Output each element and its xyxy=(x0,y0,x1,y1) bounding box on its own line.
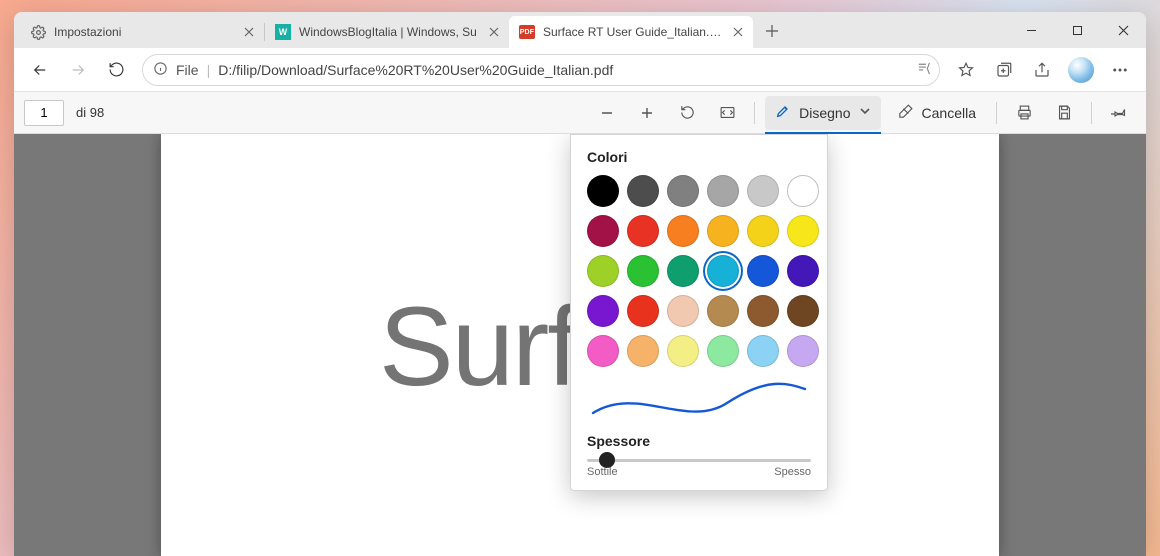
collections-button[interactable] xyxy=(986,52,1022,88)
page-number-input[interactable] xyxy=(24,100,64,126)
toolbar-separator xyxy=(996,102,997,124)
thin-label: Sottile xyxy=(587,466,618,478)
site-icon: W xyxy=(275,24,291,40)
color-swatch[interactable] xyxy=(707,175,739,207)
forward-button[interactable] xyxy=(60,52,96,88)
color-swatch[interactable] xyxy=(707,255,739,287)
color-swatch[interactable] xyxy=(707,215,739,247)
file-label: File xyxy=(176,62,199,78)
share-button[interactable] xyxy=(1024,52,1060,88)
stroke-preview xyxy=(587,379,811,423)
menu-button[interactable] xyxy=(1102,52,1138,88)
draw-button[interactable]: Disegno xyxy=(765,96,880,130)
color-swatch[interactable] xyxy=(667,175,699,207)
color-swatch[interactable] xyxy=(587,295,619,327)
color-swatch[interactable] xyxy=(627,215,659,247)
color-swatch[interactable] xyxy=(787,215,819,247)
gear-icon xyxy=(30,24,46,40)
pdf-viewer[interactable]: Surfa Manuale dell'utente di Surface Col… xyxy=(14,134,1146,556)
refresh-button[interactable] xyxy=(98,52,134,88)
pdf-toolbar: di 98 Disegno xyxy=(14,92,1146,134)
pin-toolbar-button[interactable] xyxy=(1102,96,1136,130)
profile-avatar[interactable] xyxy=(1068,57,1094,83)
maximize-button[interactable] xyxy=(1054,12,1100,48)
color-swatch[interactable] xyxy=(747,255,779,287)
close-icon[interactable] xyxy=(487,25,501,39)
tab-windowsblogitalia[interactable]: W WindowsBlogItalia | Windows, Su xyxy=(265,16,509,48)
thickness-heading: Spessore xyxy=(587,433,811,449)
toolbar-separator xyxy=(1091,102,1092,124)
color-swatch[interactable] xyxy=(787,175,819,207)
close-window-button[interactable] xyxy=(1100,12,1146,48)
color-swatch[interactable] xyxy=(627,255,659,287)
close-icon[interactable] xyxy=(242,25,256,39)
color-swatch[interactable] xyxy=(787,335,819,367)
color-swatch[interactable] xyxy=(667,215,699,247)
zoom-out-button[interactable] xyxy=(590,96,624,130)
titlebar: Impostazioni W WindowsBlogItalia | Windo… xyxy=(14,12,1146,48)
back-button[interactable] xyxy=(22,52,58,88)
address-bar[interactable]: File | D:/filip/Download/Surface%20RT%20… xyxy=(142,54,940,86)
eraser-icon xyxy=(897,103,914,123)
address-path: D:/filip/Download/Surface%20RT%20User%20… xyxy=(218,62,908,78)
tab-title: Surface RT User Guide_Italian.pdf xyxy=(543,25,723,39)
color-swatch[interactable] xyxy=(587,175,619,207)
color-swatches xyxy=(587,175,811,367)
color-swatch[interactable] xyxy=(707,295,739,327)
info-icon[interactable] xyxy=(153,61,168,79)
erase-button[interactable]: Cancella xyxy=(887,96,986,130)
tab-impostazioni[interactable]: Impostazioni xyxy=(20,16,264,48)
favorite-button[interactable] xyxy=(948,52,984,88)
color-swatch[interactable] xyxy=(587,335,619,367)
color-swatch[interactable] xyxy=(667,255,699,287)
tab-strip: Impostazioni W WindowsBlogItalia | Windo… xyxy=(14,12,1008,48)
color-swatch[interactable] xyxy=(787,255,819,287)
highlighter-icon xyxy=(775,103,791,122)
color-swatch[interactable] xyxy=(747,335,779,367)
reading-mode-icon[interactable] xyxy=(916,60,933,80)
navigation-bar: File | D:/filip/Download/Surface%20RT%20… xyxy=(14,48,1146,92)
color-swatch[interactable] xyxy=(667,335,699,367)
draw-options-popup: Colori Spessore Sottile Spesso xyxy=(570,134,828,491)
toolbar-separator xyxy=(754,102,755,124)
browser-window: Impostazioni W WindowsBlogItalia | Windo… xyxy=(14,12,1146,556)
color-swatch[interactable] xyxy=(787,295,819,327)
color-swatch[interactable] xyxy=(667,295,699,327)
color-swatch[interactable] xyxy=(587,215,619,247)
colors-heading: Colori xyxy=(587,149,811,165)
color-swatch[interactable] xyxy=(747,175,779,207)
close-icon[interactable] xyxy=(731,25,745,39)
tab-title: WindowsBlogItalia | Windows, Su xyxy=(299,25,479,39)
pdf-icon: PDF xyxy=(519,24,535,40)
window-controls xyxy=(1008,12,1146,48)
draw-label: Disegno xyxy=(799,105,850,121)
print-button[interactable] xyxy=(1007,96,1041,130)
rotate-button[interactable] xyxy=(670,96,704,130)
color-swatch[interactable] xyxy=(707,335,739,367)
color-swatch[interactable] xyxy=(747,295,779,327)
tab-surface-pdf[interactable]: PDF Surface RT User Guide_Italian.pdf xyxy=(509,16,753,48)
address-separator: | xyxy=(207,62,211,78)
zoom-in-button[interactable] xyxy=(630,96,664,130)
color-swatch[interactable] xyxy=(587,255,619,287)
save-button[interactable] xyxy=(1047,96,1081,130)
minimize-button[interactable] xyxy=(1008,12,1054,48)
color-swatch[interactable] xyxy=(627,335,659,367)
tab-title: Impostazioni xyxy=(54,25,234,39)
erase-label: Cancella xyxy=(922,105,976,121)
thickness-slider[interactable] xyxy=(587,459,811,462)
new-tab-button[interactable] xyxy=(757,16,787,46)
page-total-label: di 98 xyxy=(76,105,104,120)
fit-page-button[interactable] xyxy=(710,96,744,130)
chevron-down-icon xyxy=(859,105,871,120)
thick-label: Spesso xyxy=(774,466,811,478)
color-swatch[interactable] xyxy=(627,175,659,207)
color-swatch[interactable] xyxy=(747,215,779,247)
color-swatch[interactable] xyxy=(627,295,659,327)
